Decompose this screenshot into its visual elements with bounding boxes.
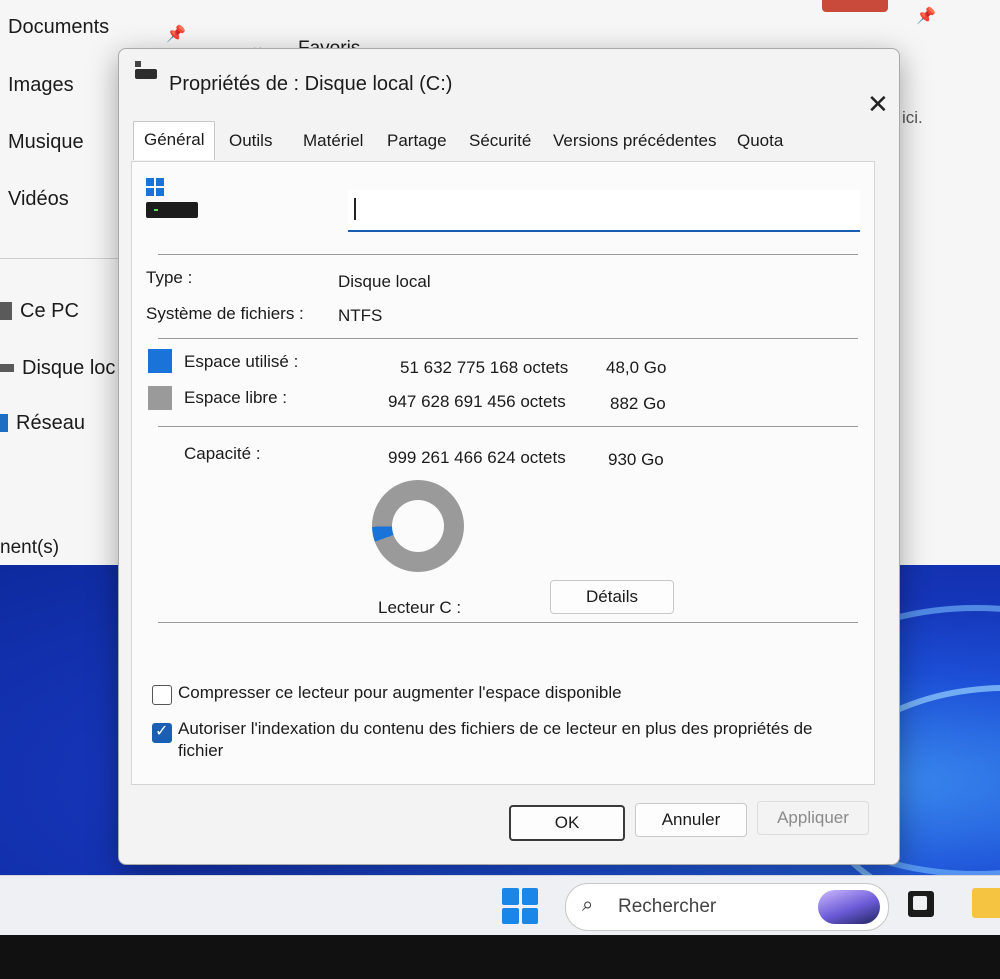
tab-versions-precedentes[interactable]: Versions précédentes [549,127,721,155]
search-highlight-image [818,890,880,924]
type-value: Disque local [338,272,431,291]
tab-securite[interactable]: Sécurité [465,127,535,155]
disk-usage-donut-chart [372,480,464,572]
tab-partage[interactable]: Partage [383,127,451,155]
filesystem-label: Système de fichiers : [146,304,304,323]
divider [158,426,858,427]
drive-letter-label: Lecteur C : [378,598,462,617]
search-placeholder: Rechercher [618,896,717,917]
tab-general[interactable]: Général [133,121,216,160]
nav-item-documents[interactable]: Documents [8,16,109,39]
nav-item-disque-local[interactable]: Disque loc [0,357,115,380]
screen-bezel [0,935,1000,979]
text-caret [354,198,356,220]
window-accent-tab [822,0,888,12]
free-space-size: 882 Go [610,394,666,413]
capacity-size: 930 Go [608,450,664,469]
nav-item-ce-pc[interactable]: Ce PC [0,300,79,323]
used-space-bytes: 51 632 775 168 octets [400,358,569,377]
tab-strip: Général Outils Matériel Partage Sécurité… [129,119,889,163]
capacity-label: Capacité : [184,444,261,463]
task-view-icon[interactable] [908,891,934,917]
nav-item-images[interactable]: Images [8,74,74,97]
allow-indexing-checkbox[interactable] [152,721,172,743]
explorer-hint-text: ici. [902,108,923,127]
used-space-size: 48,0 Go [606,358,667,377]
filesystem-value: NTFS [338,306,383,325]
compress-drive-label[interactable]: Compresser ce lecteur pour augmenter l'e… [178,682,622,704]
tab-materiel[interactable]: Matériel [299,127,367,155]
tab-quota[interactable]: Quota [733,127,787,155]
network-icon [0,414,8,432]
divider [158,338,858,339]
donut-hole [392,500,444,552]
allow-indexing-label[interactable]: Autoriser l'indexation du contenu des fi… [178,718,813,740]
tab-outils[interactable]: Outils [225,127,276,155]
divider [158,254,858,255]
allow-indexing-label-continued[interactable]: fichier [178,740,223,762]
free-space-bytes: 947 628 691 456 octets [388,392,566,411]
divider [158,622,858,623]
general-tab-panel: Type : Disque local Système de fichiers … [131,161,875,785]
taskbar: ⌕ Rechercher [0,875,1000,936]
nav-item-musique[interactable]: Musique [8,131,84,154]
nav-item-videos[interactable]: Vidéos [8,188,69,211]
nav-item-reseau[interactable]: Réseau [0,412,85,435]
search-icon: ⌕ [582,894,594,916]
compress-drive-checkbox[interactable] [152,685,172,705]
windows-start-icon[interactable] [502,888,538,924]
file-explorer-icon[interactable] [972,888,1000,918]
dialog-title-bar[interactable]: Propriétés de : Disque local (C:) ✕ [119,49,899,119]
taskbar-search-box[interactable]: ⌕ Rechercher [565,883,889,931]
pin-icon[interactable]: 📌 [916,6,936,26]
type-label: Type : [146,268,193,287]
drive-icon [135,61,157,79]
free-space-label: Espace libre : [184,388,287,407]
used-space-label: Espace utilisé : [184,352,299,371]
volume-name-input[interactable] [348,190,860,232]
dialog-title: Propriétés de : Disque local (C:) [169,73,453,95]
properties-dialog: Propriétés de : Disque local (C:) ✕ Géné… [118,48,900,865]
free-space-swatch [148,386,172,410]
hard-drive-icon [146,178,206,222]
details-button[interactable]: Détails [550,580,674,614]
computer-icon [0,302,12,320]
close-icon[interactable]: ✕ [867,89,889,120]
status-item-count: nent(s) [0,537,60,558]
pin-icon[interactable]: 📌 [166,24,186,44]
drive-icon [0,364,14,372]
ok-button[interactable]: OK [509,805,625,841]
cancel-button[interactable]: Annuler [635,803,747,837]
nav-divider [0,258,125,259]
apply-button[interactable]: Appliquer [757,801,869,835]
used-space-swatch [148,349,172,373]
capacity-bytes: 999 261 466 624 octets [388,448,566,467]
